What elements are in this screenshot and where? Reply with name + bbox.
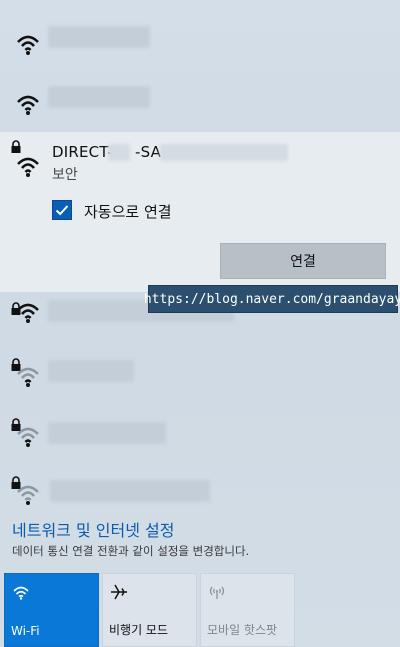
hotspot-tile-label: 모바일 핫스팟	[207, 623, 278, 637]
network-name-redacted	[48, 86, 150, 108]
wifi-toggle-tile[interactable]: Wi-Fi	[4, 573, 99, 647]
wifi-signal-icon	[17, 427, 39, 447]
blog-url-watermark: https://blog.naver.com/graandayay	[144, 285, 400, 313]
network-flyout: DIRECT- -SA 보안 자동으로 연결 연결 https://blog.n…	[0, 0, 400, 647]
connect-button[interactable]: 연결	[220, 243, 386, 279]
network-ssid: DIRECT- -SA	[52, 143, 162, 161]
network-name-redacted	[50, 480, 210, 502]
wifi-signal-icon	[17, 95, 39, 115]
network-item[interactable]	[0, 70, 400, 132]
wifi-icon	[13, 586, 29, 600]
network-item[interactable]	[0, 10, 400, 72]
airplane-icon	[111, 584, 127, 600]
airplane-mode-tile[interactable]: 비행기 모드	[102, 573, 197, 647]
mobile-hotspot-tile[interactable]: 모바일 핫스팟	[200, 573, 295, 647]
auto-connect-label: 자동으로 연결	[84, 203, 172, 221]
network-item[interactable]	[0, 410, 400, 472]
ssid-redaction	[108, 144, 130, 161]
checkmark-icon	[55, 205, 69, 216]
wifi-signal-icon	[17, 303, 39, 323]
wifi-signal-icon	[17, 485, 39, 505]
network-name-redacted	[48, 360, 134, 382]
wifi-signal-icon	[17, 157, 39, 177]
network-name-redacted	[48, 26, 150, 48]
network-item[interactable]	[0, 350, 400, 412]
wifi-signal-icon	[17, 35, 39, 55]
network-name-redacted	[48, 422, 166, 444]
hotspot-icon	[209, 586, 225, 599]
wifi-tile-label: Wi-Fi	[11, 624, 40, 638]
network-settings-link[interactable]: 네트워크 및 인터넷 설정	[12, 517, 174, 541]
wifi-signal-icon	[17, 367, 39, 387]
ssid-redaction	[160, 144, 288, 161]
auto-connect-checkbox[interactable]	[52, 200, 72, 220]
network-security-status: 보안	[52, 167, 78, 183]
network-settings-description: 데이터 통신 연결 전환과 같이 설정을 변경합니다.	[12, 544, 250, 558]
airplane-tile-label: 비행기 모드	[109, 623, 169, 637]
